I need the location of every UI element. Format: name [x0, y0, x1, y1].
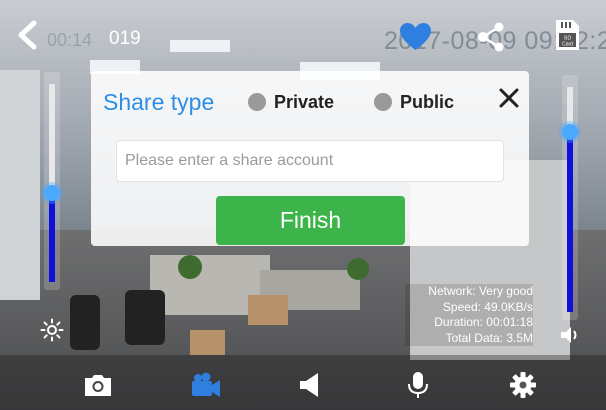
sd-card-icon[interactable]: SD Card	[552, 19, 582, 52]
brightness-slider-fill	[49, 192, 55, 282]
potted-plant	[347, 258, 369, 280]
office-wall	[0, 70, 40, 300]
potted-plant	[178, 255, 202, 279]
total-data: Total Data: 3.5M	[445, 330, 533, 345]
volume-icon[interactable]	[558, 323, 582, 347]
network-quality: Network: Very good	[428, 284, 533, 298]
radio-public-indicator[interactable]	[374, 93, 392, 111]
office-chair	[125, 290, 165, 345]
volume-slider[interactable]	[562, 75, 578, 320]
brightness-slider-knob[interactable]	[44, 184, 60, 201]
speaker-icon[interactable]	[294, 371, 326, 399]
radio-private-label: Private	[274, 91, 335, 112]
share-account-input[interactable]	[116, 140, 504, 182]
brightness-icon[interactable]	[40, 318, 64, 342]
elapsed-time: 00:14	[47, 30, 93, 50]
share-dialog: Share type Private Public Finish	[91, 71, 529, 246]
radio-public-label: Public	[400, 91, 455, 112]
radio-public[interactable]: Public	[374, 91, 454, 113]
share-type-title: Share type	[103, 89, 215, 115]
video-record-icon[interactable]	[190, 371, 222, 399]
office-chair	[70, 295, 100, 350]
camera-icon[interactable]	[82, 371, 114, 399]
cardboard-box	[190, 330, 225, 355]
share-icon[interactable]	[476, 22, 506, 52]
microphone-icon[interactable]	[402, 371, 434, 399]
close-icon[interactable]	[496, 85, 522, 111]
network-speed: Speed: 49.0KB/s	[442, 299, 533, 314]
volume-slider-fill	[567, 132, 573, 312]
heart-icon[interactable]	[399, 22, 432, 52]
svg-text:Card: Card	[562, 42, 573, 48]
volume-slider-knob[interactable]	[562, 124, 578, 140]
bottom-toolbar	[0, 355, 606, 410]
radio-private[interactable]: Private	[248, 91, 334, 113]
cardboard-box	[248, 295, 288, 325]
frame-counter: 019	[109, 28, 141, 49]
radio-private-indicator[interactable]	[248, 93, 266, 111]
settings-gear-icon[interactable]	[507, 371, 539, 399]
brightness-slider[interactable]	[44, 72, 60, 290]
session-duration: Duration: 00:01:18	[434, 315, 533, 329]
finish-button[interactable]: Finish	[216, 196, 405, 245]
top-bar: 00:14 019 2017-08-09 09:02:22 SD Card	[0, 0, 606, 70]
back-icon[interactable]	[12, 20, 42, 50]
network-status-panel: Network: Very good Speed: 49.0KB/s Durat…	[405, 284, 533, 346]
